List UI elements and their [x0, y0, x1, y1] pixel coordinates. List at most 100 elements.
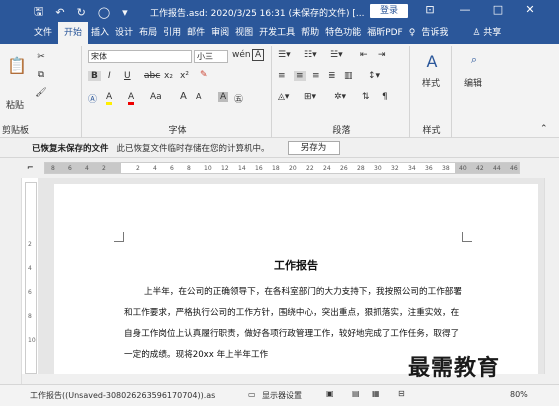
underline-button[interactable]: U [124, 71, 131, 81]
text-effects-icon[interactable]: Ⓐ [88, 92, 97, 105]
minimize-button[interactable]: — [455, 3, 475, 16]
clear-format-icon[interactable]: ✎ [200, 70, 208, 80]
increase-indent-icon[interactable]: ⇥ [378, 50, 386, 60]
align-right-icon[interactable]: ≡ [312, 71, 320, 81]
tab-developer[interactable]: 开发工具 [256, 22, 298, 44]
italic-button[interactable]: I [108, 71, 111, 81]
customize-icon[interactable]: ▾ [122, 6, 128, 19]
read-mode-icon[interactable]: ▤ [352, 389, 360, 398]
font-size-select[interactable]: 小三 [194, 50, 228, 63]
display-settings[interactable]: 显示器设置 [262, 390, 302, 401]
ruler-tick: 22 [306, 165, 314, 172]
numbering-icon[interactable]: ☷▾ [304, 50, 317, 60]
multilevel-list-icon[interactable]: ☱▾ [330, 50, 343, 60]
redo-icon[interactable]: ↻ [77, 6, 86, 19]
collapse-ribbon-icon[interactable]: ⌃ [540, 124, 548, 134]
font-group: 宋体 小三 wén A B I U abc x₂ x² ✎ Ⓐ A A Aa A… [84, 46, 272, 138]
display-settings-icon[interactable]: ▭ [248, 390, 256, 399]
document-title[interactable]: 工作报告 [54, 257, 538, 273]
ruler-tick: 14 [238, 165, 246, 172]
tab-foxit-pdf[interactable]: 福昕PDF [364, 22, 406, 44]
search-icon[interactable]: ⌕ [464, 50, 484, 70]
phonetic-guide-button[interactable]: wén [232, 50, 251, 60]
tab-view[interactable]: 视图 [232, 22, 256, 44]
tab-features[interactable]: 特色功能 [322, 22, 364, 44]
close-button[interactable]: ✕ [520, 3, 540, 16]
line-spacing-icon[interactable]: ↕▾ [368, 71, 380, 81]
clipboard-icon[interactable]: 📋 [4, 52, 30, 78]
styles-button[interactable]: 样式 [422, 76, 440, 89]
ruler-tick: 36 [425, 165, 433, 172]
cut-icon[interactable]: ✂ [34, 50, 48, 64]
left-gutter [0, 158, 22, 384]
tab-home[interactable]: 开始 [58, 22, 89, 44]
shading-icon[interactable]: ◬▾ [278, 92, 289, 102]
tab-mailings[interactable]: 邮件 [184, 22, 208, 44]
ruler-tick: 12 [221, 165, 229, 172]
bold-button[interactable]: B [88, 71, 101, 81]
change-case-button[interactable]: Aa [150, 92, 162, 102]
tab-design[interactable]: 设计 [112, 22, 136, 44]
save-as-button[interactable]: 另存为 [287, 140, 340, 155]
focus-icon[interactable]: ▣ [326, 389, 334, 398]
share-button[interactable]: ♙ 共享 [469, 22, 504, 44]
recovered-title: 已恢复未保存的文件 [32, 143, 109, 154]
editing-button[interactable]: 编辑 [464, 76, 482, 89]
tab-insert[interactable]: 插入 [88, 22, 112, 44]
highlight-button[interactable]: A [106, 92, 113, 105]
tab-references[interactable]: 引用 [160, 22, 184, 44]
decrease-indent-icon[interactable]: ⇤ [360, 50, 368, 60]
shrink-font-button[interactable]: A [196, 92, 201, 101]
styles-icon[interactable]: A [420, 50, 444, 72]
sort-icon[interactable]: ⇅ [362, 92, 370, 102]
ruler-tick: 40 [459, 165, 467, 172]
show-marks-icon[interactable]: ¶ [382, 92, 388, 102]
maximize-button[interactable]: □ [488, 3, 508, 16]
print-layout-icon[interactable]: ▦ [372, 389, 380, 398]
status-bar: 工作报告((Unsaved-308026263596170704)).as ▭ … [0, 384, 559, 406]
vertical-scrollbar[interactable] [544, 178, 559, 374]
web-layout-icon[interactable]: ⊟ [398, 389, 405, 398]
enclose-char-icon[interactable]: ㊄ [234, 92, 243, 105]
char-shading-icon[interactable]: A [218, 92, 229, 102]
copy-icon[interactable]: ⧉ [34, 68, 48, 82]
vertical-ruler[interactable]: 2 4 6 8 10 [25, 182, 37, 374]
asian-layout-icon[interactable]: ✲▾ [334, 92, 346, 102]
circle-icon[interactable]: ◯ [98, 6, 110, 19]
lightbulb-icon[interactable]: ♀ [406, 22, 419, 44]
tab-review[interactable]: 审阅 [208, 22, 232, 44]
justify-icon[interactable]: ≡ [294, 71, 306, 81]
ruler-tick: 6 [170, 165, 174, 172]
paragraph-label: 段落 [332, 126, 351, 136]
zoom-level[interactable]: 80% [510, 390, 528, 399]
font-name-select[interactable]: 宋体 [88, 50, 192, 63]
undo-icon[interactable]: ↶ [55, 6, 64, 19]
superscript-button[interactable]: x² [180, 71, 189, 81]
person-icon: ♙ [472, 28, 484, 38]
font-color-button[interactable]: A [128, 92, 135, 105]
bullets-icon[interactable]: ☰▾ [278, 50, 291, 60]
tab-layout[interactable]: 布局 [136, 22, 160, 44]
tab-file[interactable]: 文件 [28, 22, 58, 44]
ribbon-display-icon[interactable]: ⊡ [420, 3, 440, 16]
columns-icon[interactable]: ▥ [344, 71, 353, 81]
strikethrough-button[interactable]: abc [144, 71, 160, 81]
horizontal-ruler[interactable]: 8 6 4 2 2 4 6 8 10 12 14 16 18 20 22 24 26 28 30 32 34 36 38 40… [44, 162, 520, 174]
align-left-icon[interactable]: ≡ [278, 71, 286, 81]
recovered-file-bar: 已恢复未保存的文件 此已恢复文件临时存储在您的计算机中。 另存为 [0, 138, 559, 158]
ruler-tick: 42 [476, 165, 484, 172]
save-icon[interactable]: 🖫 [34, 3, 43, 22]
tab-help[interactable]: 帮助 [298, 22, 322, 44]
grow-font-button[interactable]: A [180, 91, 187, 102]
char-border-button[interactable]: A [252, 49, 265, 61]
styles-group: A 样式 样式 [412, 46, 452, 138]
login-button[interactable]: 登录 [370, 4, 408, 18]
tab-selector-icon[interactable]: ⌐ [27, 163, 34, 172]
paste-button[interactable]: 粘贴 [6, 98, 24, 111]
distributed-icon[interactable]: ≣ [328, 71, 336, 81]
subscript-button[interactable]: x₂ [164, 71, 173, 81]
editing-group: ⌕ 编辑 [454, 46, 494, 138]
borders-icon[interactable]: ⊞▾ [304, 92, 316, 102]
tell-me-box[interactable]: 告诉我 [418, 22, 451, 44]
format-painter-icon[interactable]: 🖌 [34, 86, 48, 100]
